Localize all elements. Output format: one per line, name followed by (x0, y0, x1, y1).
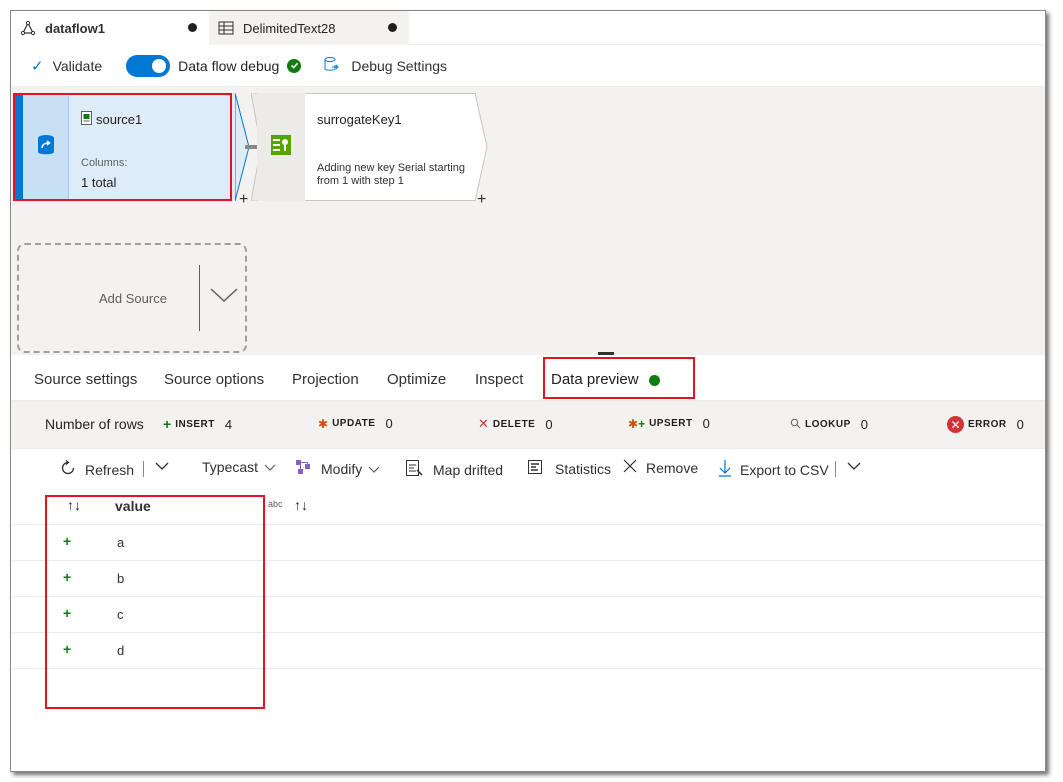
download-icon (718, 459, 732, 480)
tab-optimize[interactable]: Optimize (387, 371, 446, 388)
highlight-box (45, 495, 265, 709)
tab-source-options[interactable]: Source options (164, 371, 264, 388)
chevron-down-icon[interactable] (209, 285, 239, 310)
chevron-down-icon (264, 459, 276, 475)
surrogate-key-icon (270, 134, 292, 161)
insert-label: INSERT (175, 418, 215, 430)
refresh-icon (59, 459, 77, 480)
modify-icon (295, 459, 311, 478)
insert-icon: + (163, 416, 172, 432)
checkmark-icon: ✓ (31, 57, 44, 75)
add-source-button[interactable]: Add Source (17, 243, 247, 353)
debug-toggle[interactable] (126, 54, 171, 77)
lookup-icon (790, 416, 801, 432)
export-csv-button[interactable]: Export to CSV (718, 459, 829, 480)
tab-delimitedtext28[interactable]: DelimitedText28 (209, 11, 409, 45)
divider (835, 461, 836, 477)
highlight-box (543, 357, 695, 399)
tab-projection[interactable]: Projection (292, 371, 359, 388)
chevron-down-icon (368, 461, 380, 477)
lookup-stat: LOOKUP 0 (790, 416, 868, 432)
tab-label: dataflow1 (45, 20, 105, 36)
refresh-label: Refresh (85, 461, 135, 478)
row-statistics-bar: Number of rows + INSERT 4 ✱ UPDATE 0 ✕ D… (11, 401, 1045, 449)
debug-status-check-icon (287, 58, 302, 73)
add-transform-button-2[interactable]: + (477, 191, 486, 209)
lookup-value: 0 (860, 416, 869, 432)
statistics-label: Statistics (555, 460, 612, 477)
dataflow-canvas[interactable]: source1 Columns: 1 total + surrogateKey1 (11, 87, 1045, 355)
upsert-value: 0 (702, 416, 710, 431)
chevron-down-icon[interactable] (155, 461, 169, 471)
column-type-badge: abc (268, 499, 283, 509)
close-icon (623, 459, 637, 476)
debug-settings-icon (323, 56, 340, 76)
tab-dataflow1[interactable]: dataflow1 (11, 11, 209, 45)
toggle-knob (152, 58, 167, 73)
highlight-box (13, 93, 232, 201)
sk-node-arrow (475, 93, 488, 201)
insert-value: 4 (224, 416, 233, 432)
lookup-label: LOOKUP (805, 418, 851, 430)
validate-button[interactable]: ✓ Validate (31, 57, 102, 75)
map-drifted-button[interactable]: Map drifted (405, 459, 503, 480)
typecast-label: Typecast (202, 459, 259, 475)
rows-label: Number of rows (45, 416, 144, 432)
dataflow-icon (19, 19, 37, 37)
error-icon: ✕ (947, 416, 964, 433)
sk-description: Adding new key Serial starting from 1 wi… (317, 162, 465, 187)
debug-settings-label: Debug Settings (351, 57, 448, 74)
validate-label: Validate (52, 57, 103, 74)
sort-icon[interactable]: ↑↓ (294, 497, 308, 513)
sk-title: surrogateKey1 (317, 112, 402, 127)
statistics-button[interactable]: Statistics (527, 459, 611, 478)
insert-stat: + INSERT 4 (163, 416, 232, 432)
error-stat: ✕ ERROR 0 (947, 416, 1024, 433)
modify-dropdown[interactable]: Modify (295, 459, 380, 478)
delete-icon: ✕ (478, 416, 489, 431)
refresh-button[interactable]: Refresh (59, 459, 134, 480)
remove-label: Remove (646, 459, 699, 476)
unsaved-dot-icon (388, 23, 397, 32)
delete-value: 0 (545, 416, 553, 432)
divider (199, 265, 200, 331)
upsert-icon: ✱+ (628, 416, 646, 431)
map-drifted-label: Map drifted (433, 461, 504, 478)
preview-action-bar: Refresh Typecast Modify Map drifted Stat… (11, 449, 1045, 487)
table-icon (217, 19, 235, 37)
chevron-down-icon[interactable] (847, 461, 861, 471)
remove-button[interactable]: Remove (623, 459, 698, 476)
modify-label: Modify (321, 460, 363, 477)
upsert-label: UPSERT (649, 418, 693, 429)
error-label: ERROR (968, 419, 1007, 430)
update-stat: ✱ UPDATE 0 (318, 416, 393, 431)
unsaved-dot-icon (188, 23, 197, 32)
map-drifted-icon (405, 459, 423, 480)
add-transform-button[interactable]: + (239, 191, 248, 209)
tab-inspect[interactable]: Inspect (475, 371, 523, 388)
sk-icon-column (257, 93, 305, 201)
error-value: 0 (1016, 417, 1024, 432)
debug-settings-button[interactable]: Debug Settings (323, 56, 447, 76)
update-label: UPDATE (332, 418, 376, 429)
surrogatekey1-node[interactable]: surrogateKey1 Adding new key Serial star… (251, 93, 488, 201)
tab-source-settings[interactable]: Source settings (34, 371, 137, 388)
debug-label: Data flow debug (178, 57, 280, 74)
statistics-icon (527, 459, 543, 478)
tab-label: DelimitedText28 (243, 20, 336, 36)
delete-label: DELETE (492, 418, 536, 430)
delete-stat: ✕ DELETE 0 (478, 416, 553, 432)
upsert-stat: ✱+ UPSERT 0 (628, 416, 710, 431)
main-toolbar: ✓ Validate Data flow debug Debug Setting… (11, 45, 1045, 87)
typecast-dropdown[interactable]: Typecast (202, 459, 276, 475)
document-tab-bar: dataflow1 DelimitedText28 (11, 11, 1045, 45)
divider (143, 461, 144, 477)
surrogatekey1-body: surrogateKey1 Adding new key Serial star… (305, 93, 475, 201)
update-value: 0 (385, 416, 393, 431)
add-source-label: Add Source (99, 291, 167, 306)
config-tab-bar: Source settings Source options Projectio… (11, 355, 1045, 401)
export-label: Export to CSV (740, 461, 829, 478)
update-icon: ✱ (318, 416, 329, 431)
data-factory-window: dataflow1 DelimitedText28 ✓ Validate Dat… (10, 10, 1046, 772)
